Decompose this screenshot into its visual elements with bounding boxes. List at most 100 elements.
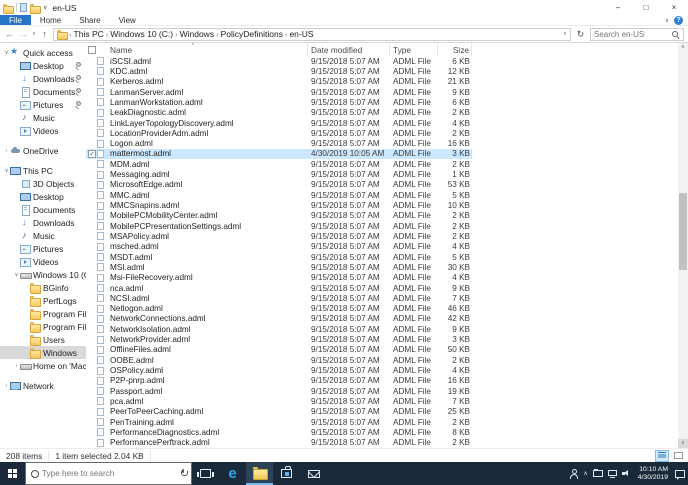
column-header-type[interactable]: Type	[390, 43, 438, 56]
breadcrumb-segment-this-pc[interactable]: This PC	[72, 29, 106, 39]
tree-expanded-chevron-icon[interactable]: ∨	[3, 168, 10, 174]
file-row-ospolicy-adml[interactable]: OSPolicy.adml 9/15/2018 5:07 AM ADML File 4…	[86, 365, 472, 375]
file-row-msdt-adml[interactable]: MSDT.adml 9/15/2018 5:07 AM ADML File 5 KB	[86, 252, 472, 262]
file-row-mdm-adml[interactable]: MDM.adml 9/15/2018 5:07 AM ADML File 2 KB	[86, 159, 472, 169]
sidebar-item-documents[interactable]: Documents	[0, 203, 86, 216]
sidebar-item-quick-access[interactable]: ∨ Quick access	[0, 46, 86, 59]
file-row-networkprovider-adml[interactable]: NetworkProvider.adml 9/15/2018 5:07 AM ADM…	[86, 334, 472, 344]
file-row-lanmanworkstation-adml[interactable]: LanmanWorkstation.adml 9/15/2018 5:07 AM A…	[86, 97, 472, 107]
back-button[interactable]: ←	[4, 29, 15, 39]
breadcrumb-segment-en-us[interactable]: en-US	[287, 29, 315, 39]
recent-locations-chevron-icon[interactable]: ∨	[32, 31, 36, 37]
sidebar-item-perflogs[interactable]: PerfLogs	[0, 294, 86, 307]
edge-button[interactable]: e	[219, 462, 246, 485]
scroll-up-icon[interactable]: ∧	[678, 43, 688, 52]
properties-icon[interactable]	[20, 3, 27, 12]
sidebar-item-windows[interactable]: Windows	[0, 346, 86, 359]
file-row-netlogon-adml[interactable]: Netlogon.adml 9/15/2018 5:07 AM ADML File 4…	[86, 304, 472, 314]
select-all-checkbox[interactable]	[88, 45, 96, 54]
tab-file[interactable]: File	[0, 15, 31, 25]
file-row-networkconnections-adml[interactable]: NetworkConnections.adml 9/15/2018 5:07 AM…	[86, 314, 472, 324]
sidebar-item-3d-objects[interactable]: 3D Objects	[0, 177, 86, 190]
tree-collapsed-chevron-icon[interactable]: ›	[13, 363, 20, 369]
file-row-oobe-adml[interactable]: OOBE.adml 9/15/2018 5:07 AM ADML File 2 KB	[86, 355, 472, 365]
file-row-peertopeercaching-adml[interactable]: PeerToPeerCaching.adml 9/15/2018 5:07 AM A…	[86, 407, 472, 417]
taskbar-search-box[interactable]	[25, 462, 192, 485]
scrollbar-thumb[interactable]	[679, 193, 687, 270]
file-row-pca-adml[interactable]: pca.adml 9/15/2018 5:07 AM ADML File 7 KB	[86, 396, 472, 406]
tab-share[interactable]: Share	[70, 15, 109, 25]
taskbar-clock[interactable]: 10:10 AM 4/30/2019	[638, 466, 668, 481]
tray-folder-icon[interactable]	[592, 468, 603, 477]
sidebar-item-videos[interactable]: Videos	[0, 124, 86, 137]
sidebar-item-onedrive[interactable]: › OneDrive	[0, 144, 86, 157]
breadcrumb-segment-windows[interactable]: Windows	[178, 29, 216, 39]
file-row-performancediagnostics-adml[interactable]: PerformanceDiagnostics.adml 9/15/2018 5:0…	[86, 427, 472, 437]
sidebar-item-music[interactable]: Music	[0, 229, 86, 242]
explorer-search-input[interactable]	[594, 29, 671, 39]
action-center-icon[interactable]	[675, 469, 685, 480]
sidebar-item-pictures[interactable]: Pictures	[0, 242, 86, 255]
tree-expanded-chevron-icon[interactable]: ∨	[3, 50, 10, 56]
file-row-mmcsnapins-adml[interactable]: MMCSnapins.adml 9/15/2018 5:07 AM ADML Fil…	[86, 200, 472, 210]
sidebar-item-home-on-mac-z[interactable]: › Home on 'Mac' (Z:)	[0, 359, 86, 372]
sidebar-item-music[interactable]: Music	[0, 111, 86, 124]
address-bar[interactable]: › This PC › Windows 10 (C:) › Windows › PolicyD…	[53, 27, 571, 41]
sidebar-item-desktop[interactable]: Desktop	[0, 190, 86, 203]
file-row-ncsi-adml[interactable]: NCSI.adml 9/15/2018 5:07 AM ADML File 7 KB	[86, 293, 472, 303]
breadcrumb-segment-windows-10-c[interactable]: Windows 10 (C:)	[108, 29, 175, 39]
maximize-button[interactable]: □	[632, 0, 660, 15]
sidebar-item-videos[interactable]: Videos	[0, 255, 86, 268]
thumbnails-view-button[interactable]	[671, 450, 685, 462]
file-row-msi-adml[interactable]: MSI.adml 9/15/2018 5:07 AM ADML File 30 KB	[86, 262, 472, 272]
file-row-msched-adml[interactable]: msched.adml 9/15/2018 5:07 AM ADML File 4 K…	[86, 242, 472, 252]
file-row-leakdiagnostic-adml[interactable]: LeakDiagnostic.adml 9/15/2018 5:07 AM ADML…	[86, 108, 472, 118]
help-icon[interactable]: ?	[674, 15, 683, 25]
file-row-iscsi-adml[interactable]: iSCSI.adml 9/15/2018 5:07 AM ADML File 6 KB	[86, 56, 472, 66]
file-row-mobilepcpresentationsettings-adml[interactable]: MobilePCPresentationSettings.adml 9/15/20…	[86, 221, 472, 231]
customize-qat-chevron-icon[interactable]: ∨	[43, 4, 47, 11]
file-row-networkisolation-adml[interactable]: NetworkIsolation.adml 9/15/2018 5:07 AM AD…	[86, 324, 472, 334]
column-header-date-modified[interactable]: Date modified	[308, 43, 390, 56]
new-folder-icon[interactable]	[30, 3, 41, 14]
scroll-down-icon[interactable]: ∨	[678, 439, 688, 448]
microphone-icon[interactable]	[180, 469, 188, 478]
sidebar-item-documents[interactable]: Documents	[0, 85, 86, 98]
volume-icon[interactable]	[621, 469, 631, 478]
sidebar-item-this-pc[interactable]: ∨ This PC	[0, 164, 86, 177]
file-row-p2p-pnrp-adml[interactable]: P2P-pnrp.adml 9/15/2018 5:07 AM ADML File 1…	[86, 376, 472, 386]
close-button[interactable]: ×	[660, 0, 688, 15]
sidebar-item-downloads[interactable]: Downloads	[0, 216, 86, 229]
tab-view[interactable]: View	[110, 15, 145, 25]
start-button[interactable]	[0, 462, 25, 485]
file-row-logon-adml[interactable]: Logon.adml 9/15/2018 5:07 AM ADML File 16 K…	[86, 139, 472, 149]
sidebar-item-downloads[interactable]: Downloads	[0, 72, 86, 85]
sidebar-item-windows-10-c[interactable]: ∨ Windows 10 (C:)	[0, 268, 86, 281]
people-icon[interactable]	[569, 469, 578, 479]
tree-expanded-chevron-icon[interactable]: ∨	[13, 272, 20, 278]
taskbar-search-input[interactable]	[42, 469, 177, 478]
column-header-size[interactable]: Size	[438, 43, 472, 56]
refresh-icon[interactable]: ↻	[574, 29, 587, 40]
sidebar-item-pictures[interactable]: Pictures	[0, 98, 86, 111]
file-row-linklayertopologydiscovery-adml[interactable]: LinkLayerTopologyDiscovery.adml 9/15/2018…	[86, 118, 472, 128]
details-view-button[interactable]	[655, 449, 669, 462]
file-row-locationprovideradm-adml[interactable]: LocationProviderAdm.adml 9/15/2018 5:07 A…	[86, 128, 472, 138]
tray-expand-chevron-icon[interactable]: ∧	[583, 470, 587, 477]
file-row-kerberos-adml[interactable]: Kerberos.adml 9/15/2018 5:07 AM ADML File 2…	[86, 77, 472, 87]
file-row-msapolicy-adml[interactable]: MSAPolicy.adml 9/15/2018 5:07 AM ADML File…	[86, 231, 472, 241]
file-row-mmc-adml[interactable]: MMC.adml 9/15/2018 5:07 AM ADML File 5 KB	[86, 190, 472, 200]
row-checkbox-checked[interactable]: ✓	[88, 149, 96, 158]
file-row-lanmanserver-adml[interactable]: LanmanServer.adml 9/15/2018 5:07 AM ADML F…	[86, 87, 472, 97]
expand-ribbon-chevron-icon[interactable]: ∨	[665, 17, 669, 24]
file-row-pentraining-adml[interactable]: PenTraining.adml 9/15/2018 5:07 AM ADML Fi…	[86, 417, 472, 427]
store-button[interactable]	[273, 462, 300, 485]
explorer-search-box[interactable]	[590, 27, 684, 41]
column-header-name[interactable]: Name ∧	[86, 43, 308, 56]
breadcrumb-segment-policydefinitions[interactable]: PolicyDefinitions	[219, 29, 285, 39]
file-row-passport-adml[interactable]: Passport.adml 9/15/2018 5:07 AM ADML File 1…	[86, 386, 472, 396]
file-row-offlinefiles-adml[interactable]: OfflineFiles.adml 9/15/2018 5:07 AM ADML F…	[86, 345, 472, 355]
file-row-msi-filerecovery-adml[interactable]: Msi-FileRecovery.adml 9/15/2018 5:07 AM AD…	[86, 273, 472, 283]
file-row-messaging-adml[interactable]: Messaging.adml 9/15/2018 5:07 AM ADML File…	[86, 169, 472, 179]
tree-collapsed-chevron-icon[interactable]: ›	[3, 148, 10, 154]
